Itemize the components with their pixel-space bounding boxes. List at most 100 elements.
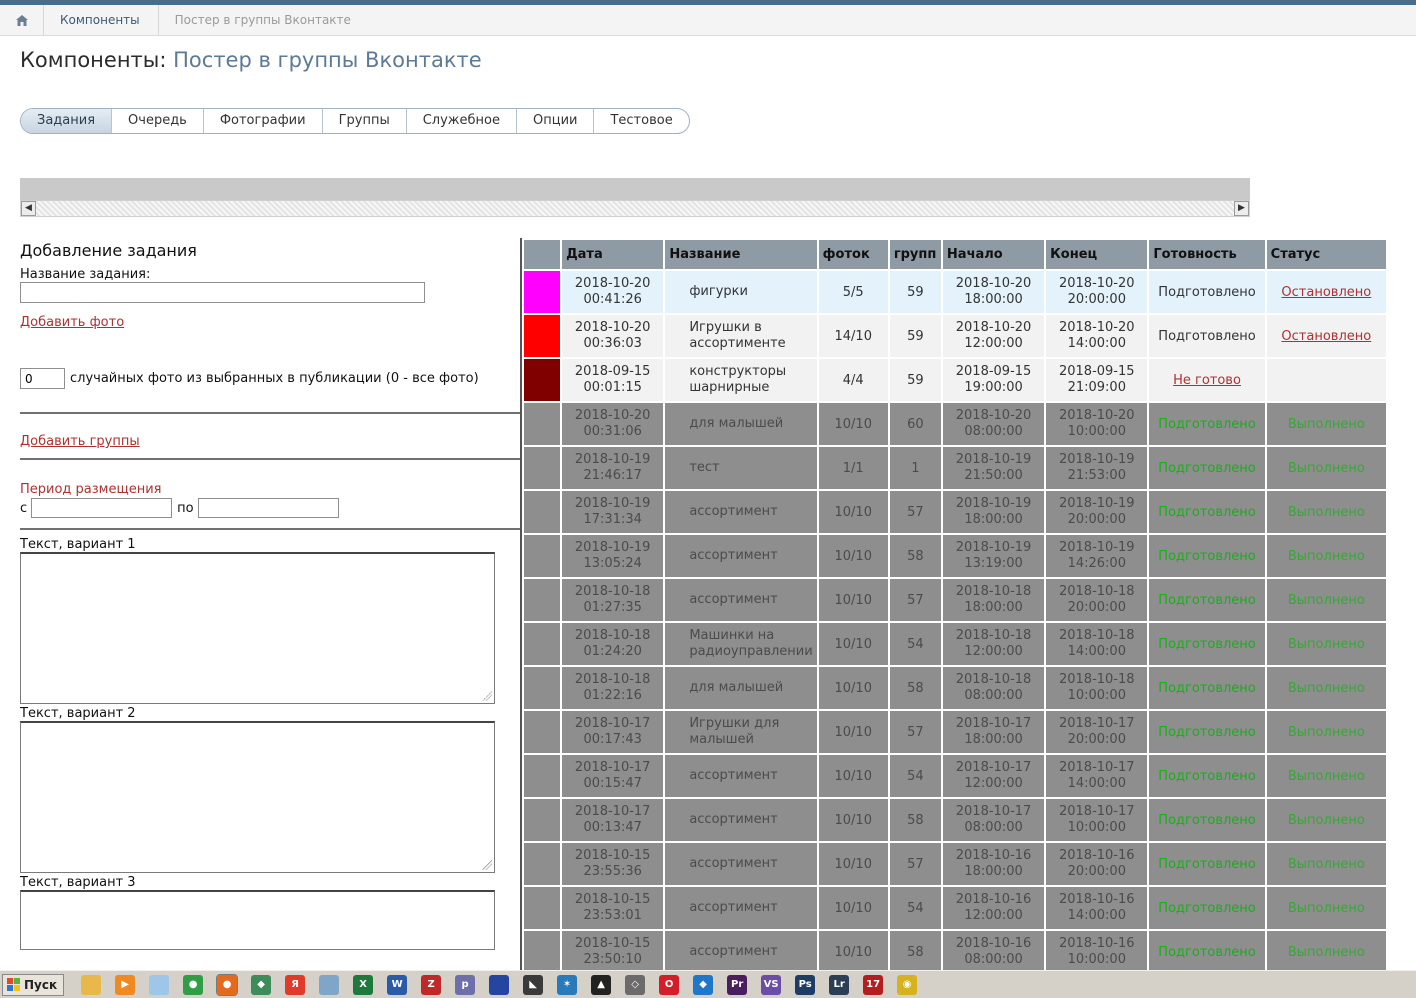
- visual-studio-icon[interactable]: VS: [761, 974, 782, 995]
- tool-icon[interactable]: ◣: [523, 974, 544, 995]
- cell-start-day: 2018-10-17: [955, 760, 1032, 775]
- lightroom-icon[interactable]: Lr: [829, 974, 850, 995]
- tab-tasks[interactable]: Задания: [21, 109, 113, 133]
- cell-ready: Подготовлено: [1149, 887, 1265, 929]
- cell-photos: 10/10: [818, 887, 888, 929]
- cell-status: Выполнено: [1266, 843, 1386, 885]
- tab-service[interactable]: Служебное: [407, 109, 517, 133]
- col-header-photos[interactable]: фоток: [818, 240, 888, 269]
- home-icon[interactable]: [0, 4, 44, 36]
- table-row[interactable]: 2018-10-17 00:13:47 ассортимент 10/10 58 2018…: [524, 799, 1386, 841]
- random-photo-count-input[interactable]: [20, 368, 65, 389]
- app-2017-icon[interactable]: 17: [863, 974, 884, 995]
- table-row[interactable]: 2018-10-19 21:46:17 тест 1/1 1 2018-10-19 21:5…: [524, 447, 1386, 489]
- cell-groups: 58: [889, 535, 941, 577]
- cell-date-day: 2018-09-15: [574, 364, 651, 379]
- period-to-input[interactable]: [197, 498, 339, 518]
- premiere-icon[interactable]: Pr: [727, 974, 748, 995]
- notepad-icon[interactable]: [149, 974, 170, 995]
- table-row[interactable]: 2018-10-20 00:36:03 Игрушки в ассортименте…: [524, 315, 1386, 357]
- php-icon[interactable]: p: [455, 974, 476, 995]
- period-from-input[interactable]: [31, 498, 173, 518]
- calculator-icon[interactable]: [319, 974, 340, 995]
- task-name-input[interactable]: [20, 282, 425, 303]
- cell-groups: 57: [889, 843, 941, 885]
- hat-icon[interactable]: ▲: [591, 974, 612, 995]
- cell-ready[interactable]: Не готово: [1149, 359, 1265, 401]
- add-groups-link[interactable]: Добавить группы: [20, 434, 140, 449]
- cell-name: Игрушки для малышей: [665, 711, 817, 753]
- table-row[interactable]: 2018-10-18 01:27:35 ассортимент 10/10 57 2018…: [524, 579, 1386, 621]
- col-header-name[interactable]: Название: [665, 240, 817, 269]
- table-row[interactable]: 2018-10-19 17:31:34 ассортимент 10/10 57 2018…: [524, 491, 1386, 533]
- col-header-date[interactable]: Дата: [562, 240, 664, 269]
- tab-queue[interactable]: Очередь: [112, 109, 204, 133]
- cell-start-time: 12:00:00: [964, 644, 1023, 659]
- excel-icon[interactable]: X: [353, 974, 374, 995]
- breadcrumb-components[interactable]: Компоненты: [44, 4, 159, 36]
- scrollbar-track[interactable]: [20, 200, 1250, 217]
- filezilla-icon[interactable]: Z: [421, 974, 442, 995]
- table-row[interactable]: 2018-10-20 00:31:06 для малышей 10/10 60 2018…: [524, 403, 1386, 445]
- text-variant-2-textarea[interactable]: [20, 721, 495, 873]
- table-row[interactable]: 2018-10-18 01:24:20 Машинки на радиоуправл…: [524, 623, 1386, 665]
- table-row[interactable]: 2018-10-19 13:05:24 ассортимент 10/10 58 2018…: [524, 535, 1386, 577]
- cell-name: ассортимент: [665, 491, 817, 533]
- tasks-table-container: Дата Название фоток групп Начало Конец Г…: [520, 238, 1386, 973]
- yandex-icon[interactable]: Я: [285, 974, 306, 995]
- key-icon[interactable]: ◇: [625, 974, 646, 995]
- table-row[interactable]: 2018-10-18 01:22:16 для малышей 10/10 58 2018…: [524, 667, 1386, 709]
- scroll-left-icon[interactable]: ◀: [21, 201, 36, 216]
- cell-end-day: 2018-10-18: [1058, 672, 1135, 687]
- resize-grip-icon[interactable]: [482, 860, 492, 870]
- table-row[interactable]: 2018-10-17 00:15:47 ассортимент 10/10 54 2018…: [524, 755, 1386, 797]
- cell-date: 2018-10-19 21:46:17: [562, 447, 664, 489]
- firefox-icon[interactable]: ●: [216, 973, 239, 996]
- col-header-ready[interactable]: Готовность: [1149, 240, 1265, 269]
- cell-end-time: 14:00:00: [1067, 908, 1126, 923]
- cell-start-time: 19:00:00: [964, 380, 1023, 395]
- folder-icon[interactable]: [81, 974, 102, 995]
- text-variant-1-textarea[interactable]: [20, 552, 495, 704]
- table-row[interactable]: 2018-09-15 00:01:15 конструкторы шарнирные…: [524, 359, 1386, 401]
- table-row[interactable]: 2018-10-15 23:55:36 ассортимент 10/10 57 2018…: [524, 843, 1386, 885]
- cell-end-time: 20:00:00: [1067, 292, 1126, 307]
- star-icon[interactable]: ✶: [557, 974, 578, 995]
- tab-options[interactable]: Опции: [517, 109, 595, 133]
- resize-grip-icon[interactable]: [482, 691, 492, 701]
- col-header-end[interactable]: Конец: [1046, 240, 1148, 269]
- status-link[interactable]: Остановлено: [1281, 329, 1371, 344]
- add-photo-link[interactable]: Добавить фото: [20, 315, 124, 330]
- scroll-right-icon[interactable]: ▶: [1234, 201, 1249, 216]
- shield-icon[interactable]: ◆: [693, 974, 714, 995]
- cell-ready: Подготовлено: [1149, 447, 1265, 489]
- app-icon[interactable]: ◆: [251, 974, 272, 995]
- photoshop-icon[interactable]: Ps: [795, 974, 816, 995]
- chrome-icon[interactable]: ●: [183, 974, 204, 995]
- cell-status: [1266, 359, 1386, 401]
- cat-icon[interactable]: ◉: [897, 974, 918, 995]
- tab-photos[interactable]: Фотографии: [204, 109, 323, 133]
- table-row[interactable]: 2018-10-20 00:41:26 фигурки 5/5 59 2018-10-20…: [524, 271, 1386, 313]
- col-header-start[interactable]: Начало: [942, 240, 1045, 269]
- cell-date-time: 01:27:35: [583, 600, 642, 615]
- tab-groups[interactable]: Группы: [323, 109, 407, 133]
- status-link[interactable]: Остановлено: [1281, 285, 1371, 300]
- col-header-status[interactable]: Статус: [1266, 240, 1386, 269]
- media-player-icon[interactable]: ▶: [115, 974, 136, 995]
- text-variant-3-textarea[interactable]: [20, 890, 495, 950]
- book-icon[interactable]: [489, 974, 510, 995]
- word-icon[interactable]: W: [387, 974, 408, 995]
- horizontal-scrollbar[interactable]: ◀ ▶: [20, 178, 1250, 217]
- tab-test[interactable]: Тестовое: [594, 109, 688, 133]
- cell-date: 2018-10-20 00:41:26: [562, 271, 664, 313]
- table-row[interactable]: 2018-10-17 00:17:43 Игрушки для малышей 10/…: [524, 711, 1386, 753]
- opera-icon[interactable]: O: [659, 974, 680, 995]
- col-header-groups[interactable]: групп: [889, 240, 941, 269]
- cell-groups: 54: [889, 887, 941, 929]
- table-row[interactable]: 2018-10-15 23:50:10 ассортимент 10/10 58 2018…: [524, 931, 1386, 973]
- table-row[interactable]: 2018-10-15 23:53:01 ассортимент 10/10 54 2018…: [524, 887, 1386, 929]
- text-variant-2-label: Текст, вариант 2: [20, 706, 136, 721]
- start-button[interactable]: Пуск: [2, 973, 65, 996]
- cell-photos: 10/10: [818, 579, 888, 621]
